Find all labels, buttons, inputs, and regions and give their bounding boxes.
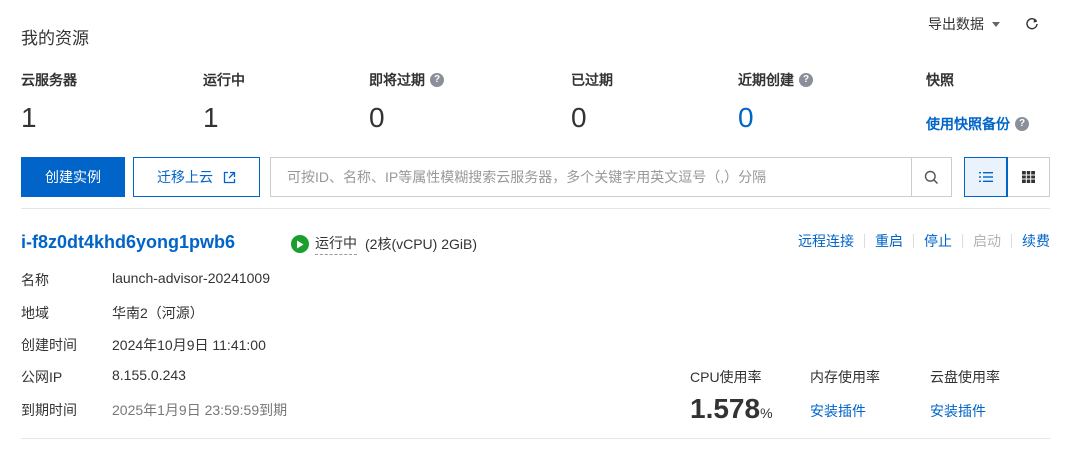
stat-label: 近期创建	[738, 72, 794, 88]
field-ip: 公网IP 8.155.0.243	[21, 367, 186, 387]
renew-link[interactable]: 续费	[1011, 234, 1050, 248]
top-actions: 导出数据	[928, 14, 1040, 34]
cpu-usage-value: 1.578%	[690, 393, 773, 425]
divider	[21, 438, 1050, 439]
cpu-unit: %	[760, 405, 773, 421]
stat-label-row: 即将过期?	[369, 70, 444, 90]
stat-label: 云服务器	[21, 72, 77, 88]
stop-link[interactable]: 停止	[913, 234, 962, 248]
stat-snapshot: 快照 使用快照备份?	[926, 70, 1029, 134]
play-icon	[291, 235, 309, 253]
restart-link[interactable]: 重启	[864, 234, 913, 248]
metric-cpu: CPU使用率 1.578%	[690, 367, 773, 425]
field-label: 名称	[21, 272, 49, 288]
field-name: 名称 launch-advisor-20241009	[21, 270, 270, 290]
stat-label: 即将过期	[369, 72, 425, 88]
create-instance-button[interactable]: 创建实例	[21, 157, 125, 197]
usage-metrics: CPU使用率 1.578% 内存使用率 安装插件 云盘使用率 安装插件	[690, 367, 1050, 427]
field-region: 地域 华南2（河源）	[21, 303, 204, 323]
instance-spec: (2核(vCPU) 2GiB)	[365, 236, 478, 252]
stat-value[interactable]: 0	[738, 102, 813, 136]
status-text[interactable]: 运行中	[315, 233, 357, 255]
divider	[21, 208, 1050, 209]
start-link: 启动	[962, 234, 1011, 248]
export-label: 导出数据	[928, 16, 984, 32]
instance-id-link[interactable]: i-f8z0dt4khd6yong1pwb6	[21, 232, 235, 253]
metric-label: 云盘使用率	[930, 369, 1000, 385]
toolbar: 创建实例 迁移上云	[21, 157, 1050, 197]
stat-expiring[interactable]: 即将过期? 0	[369, 70, 444, 136]
field-value[interactable]: 8.155.0.243	[112, 367, 186, 387]
external-link-icon	[223, 171, 236, 184]
stat-value: 1	[21, 102, 37, 133]
cpu-value: 1.578	[690, 393, 761, 424]
instance-status: 运行中 (2核(vCPU) 2GiB)	[291, 233, 477, 255]
help-icon[interactable]: ?	[430, 73, 444, 87]
help-icon[interactable]: ?	[1015, 117, 1029, 131]
stat-servers[interactable]: 云服务器 1	[21, 70, 77, 136]
instance-actions: 远程连接 重启 停止 启动 续费	[788, 234, 1050, 248]
view-toggle	[964, 157, 1050, 197]
stat-label: 快照	[926, 72, 954, 88]
field-value: 2024年10月9日 11:41:00	[112, 337, 266, 353]
caret-down-icon	[992, 21, 1000, 27]
refresh-icon[interactable]	[1024, 16, 1040, 32]
snapshot-backup-link[interactable]: 使用快照备份?	[926, 114, 1029, 134]
metric-disk: 云盘使用率 安装插件	[930, 367, 1000, 421]
stat-value: 0	[571, 102, 587, 133]
stat-expired[interactable]: 已过期 0	[571, 70, 613, 136]
field-label: 地域	[21, 305, 49, 321]
metric-label: 内存使用率	[810, 369, 880, 385]
help-icon[interactable]: ?	[799, 73, 813, 87]
field-created: 创建时间 2024年10月9日 11:41:00	[21, 335, 266, 355]
field-label: 到期时间	[21, 402, 77, 418]
table-view-icon[interactable]	[1007, 158, 1049, 196]
field-label: 公网IP	[21, 369, 63, 385]
field-label: 创建时间	[21, 337, 77, 353]
search-input[interactable]	[271, 158, 911, 196]
field-value: launch-advisor-20241009	[112, 270, 270, 286]
remote-connect-link[interactable]: 远程连接	[788, 234, 864, 248]
migrate-button[interactable]: 迁移上云	[133, 157, 260, 197]
field-value: 华南2（河源）	[112, 305, 204, 321]
stat-running[interactable]: 运行中 1	[203, 70, 245, 136]
migrate-label: 迁移上云	[157, 169, 213, 185]
stat-recent[interactable]: 近期创建? 0	[738, 70, 813, 136]
stat-value: 0	[369, 102, 385, 133]
list-view-icon[interactable]	[964, 157, 1008, 197]
snapshot-link-label: 使用快照备份	[926, 116, 1010, 132]
stat-value: 1	[203, 102, 219, 133]
install-plugin-link[interactable]: 安装插件	[930, 401, 1000, 421]
field-expiry: 到期时间 2025年1月9日 23:59:59到期	[21, 400, 287, 420]
search-icon[interactable]	[911, 158, 951, 196]
field-value: 2025年1月9日 23:59:59到期	[112, 402, 288, 418]
search-box	[270, 157, 952, 197]
stat-label: 运行中	[203, 72, 245, 88]
stat-label-row: 近期创建?	[738, 70, 813, 90]
page-title: 我的资源	[21, 29, 89, 48]
instance-header: i-f8z0dt4khd6yong1pwb6 运行中 (2核(vCPU) 2Gi…	[21, 232, 1050, 258]
metric-memory: 内存使用率 安装插件	[810, 367, 880, 421]
install-plugin-link[interactable]: 安装插件	[810, 401, 880, 421]
metric-label: CPU使用率	[690, 369, 762, 385]
stat-label: 已过期	[571, 72, 613, 88]
export-dropdown[interactable]: 导出数据	[928, 14, 1000, 34]
